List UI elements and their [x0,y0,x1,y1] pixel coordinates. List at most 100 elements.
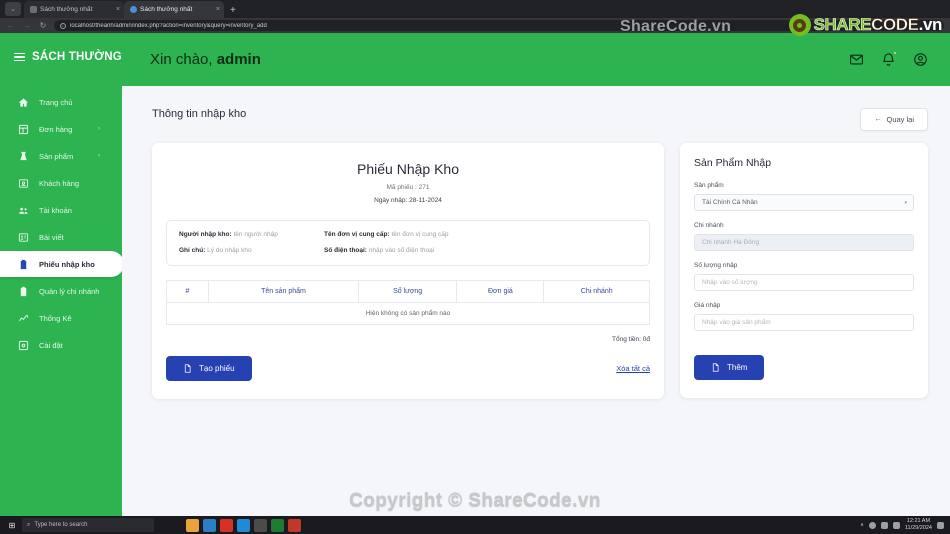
bell-icon[interactable] [881,51,897,67]
tab-title: Sách thưởng nhất [140,6,193,13]
user-circle-icon[interactable] [913,52,928,67]
brand[interactable]: SÁCH THƯỜNG I [0,43,129,63]
create-receipt-button[interactable]: Tạo phiếu [166,356,252,381]
items-table: # Tên sản phẩm Số lượng Đơn giá Chi nhán… [166,280,650,325]
taskbar-search-input[interactable]: ⌕ Type here to search [22,518,154,532]
xampp-icon[interactable] [271,518,284,532]
info-nguoi-nhap-kho: Người nhập kho: tên người nhập [179,231,324,238]
greeting-username: admin [216,51,261,68]
edge-icon[interactable] [237,518,250,532]
watermark-copyright: Copyright © ShareCode.vn [349,490,601,511]
sidebar-item-don-hang[interactable]: Đơn hàng › [0,116,122,142]
info-label: Số điện thoại: [324,247,367,254]
info-row: Người nhập kho: tên người nhập Tên đơn v… [179,231,637,238]
search-icon: ⌕ [27,521,31,528]
reload-icon[interactable]: ↻ [38,21,48,30]
column-header-quantity: Số lượng [357,280,458,303]
action-center-icon[interactable] [937,521,944,529]
media-icon[interactable] [288,518,301,532]
tab-close-icon[interactable]: × [116,6,120,13]
product-select[interactable]: Tài Chính Cá Nhân ▾ [694,194,914,211]
product-select-value: Tài Chính Cá Nhân [702,199,758,206]
back-icon[interactable]: ← [6,21,16,30]
sidebar-item-label: Cài đặt [39,340,63,350]
tab-favicon [30,6,37,13]
topbar-icons [849,51,928,67]
table-row: Hiện không có sản phẩm nào [166,302,650,325]
logo-share: SHARE [813,15,872,35]
mail-icon[interactable] [849,52,864,67]
price-input[interactable]: Nhập vào giá sản phẩm [694,314,914,331]
start-button-icon[interactable]: ⊞ [2,521,22,530]
logo-vn: .vn [918,15,943,34]
back-button[interactable]: ← Quay lại [860,108,928,131]
windows-taskbar: ⊞ ⌕ Type here to search ∧ 12:21 AM 11/29… [0,516,950,534]
screen: ⌄ Sách thưởng nhất × Sách thưởng nhất × … [0,0,950,534]
field-label: Sản phẩm [694,182,724,189]
terminal-icon[interactable] [254,518,267,532]
sharecode-logo-icon [788,14,811,36]
product-panel-title: Sản Phẩm Nhập [694,157,772,169]
sidebar-item-phieu-nhap-kho[interactable]: Phiếu nhập kho [0,251,124,277]
sidebar-item-tai-khoan[interactable]: Tài khoản [0,197,122,223]
sidebar-item-bai-viet[interactable]: Bài viết [0,224,122,250]
sidebar-item-label: Sản phẩm [39,151,74,161]
info-don-vi-cung-cap: Tên đơn vị cung cấp: tên đơn vị cung cấp [324,231,449,238]
forward-icon[interactable]: → [22,21,32,30]
branch-input: Chi nhánh Hà Đông [694,234,914,251]
chrome-tab-menu-icon[interactable]: ⌄ [5,2,21,16]
back-button-label: Quay lại [886,115,914,124]
page-viewport: SÁCH THƯỜNG I Trang chủ Đơn hàng › Sản p… [0,33,950,516]
vscode-icon[interactable] [203,518,216,532]
sidebar-item-trang-chu[interactable]: Trang chủ [0,89,122,115]
empty-message: Hiện không có sản phẩm nào [166,302,650,325]
logo-text: SHARECODE.vn [813,15,943,35]
greeting-prefix: Xin chào, [150,51,217,68]
quantity-input[interactable]: Nhập vào số lượng [694,274,914,291]
new-tab-icon[interactable]: + [224,5,242,18]
tab-close-icon[interactable]: × [216,6,220,13]
chevron-up-icon[interactable]: ∧ [860,522,864,528]
field-san-pham: Sản phẩm Tài Chính Cá Nhân ▾ [694,182,914,211]
sidebar-nav: Trang chủ Đơn hàng › Sản phẩm › Khách hà… [0,89,124,358]
info-value: tên đơn vị cung cấp [391,231,449,238]
price-input-placeholder: Nhập vào giá sản phẩm [702,319,771,326]
file-explorer-icon[interactable] [186,518,199,532]
sidebar-item-label: Quản lý chi nhánh [39,286,100,296]
add-product-button[interactable]: Thêm [694,355,765,380]
sidebar-item-label: Đơn hàng [39,124,73,134]
receipt-actions: Tạo phiếu Xóa tất cả [166,356,650,381]
cloud-icon[interactable] [868,521,876,529]
sidebar-item-cai-dat[interactable]: Cài đặt [0,332,122,358]
sidebar-item-label: Trang chủ [39,97,73,107]
sidebar-item-quan-ly-chi-nhanh[interactable]: Quản lý chi nhánh [0,278,122,304]
quantity-input-placeholder: Nhập vào số lượng [702,279,758,286]
taskbar-clock[interactable]: 12:21 AM 11/29/2024 [905,518,932,532]
users-icon [18,205,29,216]
hamburger-menu-icon[interactable] [14,53,25,61]
sidebar-item-label: Phiếu nhập kho [39,259,95,269]
browser-tab-1[interactable]: Sách thưởng nhất × [24,1,124,18]
sidebar-item-label: Khách hàng [39,178,80,188]
clear-all-link[interactable]: Xóa tất cả [616,364,650,373]
field-chi-nhanh: Chi nhánh Chi nhánh Hà Đông [694,222,914,251]
chrome-icon[interactable] [220,518,233,532]
sidebar-item-khach-hang[interactable]: Khách hàng [0,170,122,196]
home-icon [18,97,29,108]
browser-tab-2[interactable]: Sách thưởng nhất × [124,1,224,18]
id-card-icon [18,178,29,189]
column-header-unit-price: Đơn giá [456,280,545,303]
network-icon[interactable] [880,521,888,529]
logo-code: CODE [871,15,920,35]
sidebar-item-san-pham[interactable]: Sản phẩm › [0,143,122,169]
volume-icon[interactable] [892,521,900,529]
column-header-index: # [166,280,209,303]
cards-row: Phiếu Nhập Kho Mã phiếu : 271 Ngày nhập:… [122,131,950,399]
site-info-icon[interactable]: i [60,22,66,29]
page-title: Thông tin nhập kho [152,108,247,120]
field-gia-nhap: Giá nhập Nhập vào giá sản phẩm [694,302,914,331]
brand-title: SÁCH THƯỜNG I [32,51,129,63]
receipt-info-box: Người nhập kho: tên người nhập Tên đơn v… [166,220,650,266]
chevron-down-icon: ▾ [904,199,907,206]
sidebar-item-thong-ke[interactable]: Thống Kê [0,305,122,331]
